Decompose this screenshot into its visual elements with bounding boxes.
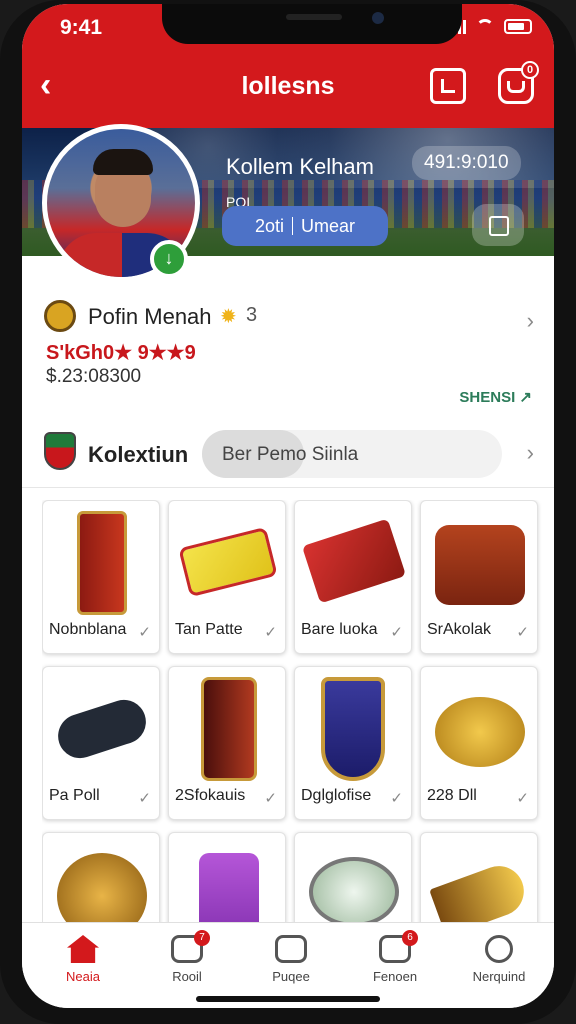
profile-summary-row[interactable]: Pofin Menah ✹ 3 S'kGh0★ 9★★9 $.23:08300 … (22, 294, 554, 420)
check-icon[interactable]: ✓ (390, 789, 403, 807)
tab-neaia[interactable]: Neaia (38, 935, 128, 984)
shield-badge-image (321, 677, 385, 781)
check-icon[interactable]: ✓ (516, 789, 529, 807)
collection-card[interactable]: Nobnblana ✓ (42, 500, 160, 654)
collection-search-field[interactable]: Ber Pemo Siinla (202, 430, 502, 478)
collection-card[interactable]: Bare luoka ✓ (294, 500, 412, 654)
message-icon (275, 935, 307, 963)
card-label: 2Sfokauis (175, 787, 246, 804)
pill-divider (292, 217, 293, 235)
check-icon[interactable]: ✓ (138, 623, 151, 641)
tab-label: Puqee (272, 969, 310, 984)
check-icon[interactable]: ✓ (390, 623, 403, 641)
tab-label: Fenoen (372, 969, 418, 984)
red-folder-image (77, 511, 127, 615)
check-icon[interactable]: ✓ (516, 623, 529, 641)
chat-icon: 7 (171, 930, 210, 963)
collection-grid: Nobnblana ✓ Tan Patte ✓ Bare luoka ✓ SrAkolak ✓… (42, 500, 554, 930)
card-label: Nobnblana (49, 621, 127, 638)
tab-badge: 6 (402, 930, 418, 946)
inbox-icon: 6 (379, 930, 418, 963)
profile-rating: S'kGh0★ 9★★9 (46, 342, 196, 364)
profile-link[interactable]: SHENSI ↗ (459, 388, 532, 406)
collection-title: Kolextiun (88, 442, 189, 467)
gold-ball-image (57, 853, 147, 930)
page-title: lollesns (241, 72, 335, 100)
card-holder-image (201, 677, 257, 781)
card-label: Bare luoka (301, 621, 378, 638)
battery-icon (504, 18, 532, 34)
profile-number: 3 (246, 304, 258, 326)
player-name: Kollem Kelham (226, 154, 374, 179)
collection-card[interactable]: SrAkolak ✓ (420, 500, 538, 654)
check-icon[interactable]: ✓ (264, 789, 277, 807)
check-icon[interactable]: ✓ (138, 789, 151, 807)
yellow-ticket-image (178, 526, 278, 598)
notifications-button[interactable]: 0 (498, 61, 539, 104)
card-label: SrAkolak (427, 621, 492, 638)
pill-right-label: Umear (301, 215, 356, 236)
bracelet-image (52, 694, 152, 764)
collection-card[interactable] (294, 832, 412, 930)
leather-bag-image (435, 525, 525, 605)
cart-icon (507, 81, 525, 93)
calendar-button[interactable] (430, 68, 466, 104)
card-label: 228 Dll (427, 787, 477, 804)
card-label: Tan Patte (175, 621, 243, 638)
gold-coins-image (435, 697, 525, 767)
check-icon[interactable]: ✓ (264, 623, 277, 641)
phone-frame: 9:41 ‹ lollesns 0 ↓ Kollem Kelham 491:9:… (0, 0, 576, 1024)
tab-label: Nerquind (472, 969, 526, 984)
purple-case-image (199, 853, 259, 930)
tab-puqee[interactable]: Puqee (246, 935, 336, 984)
collection-card[interactable]: 228 Dll ✓ (420, 666, 538, 820)
calendar-icon (441, 79, 455, 93)
tab-nerquind[interactable]: Nerquind (454, 935, 544, 984)
player-id-badge: 491:9:010 (412, 146, 521, 180)
glass-disc-image (309, 857, 399, 927)
trophy-icon (44, 300, 76, 332)
card-label: Dglglofise (301, 787, 372, 804)
sun-icon: ✹ (220, 306, 237, 328)
search-value: Ber Pemo Siinla (222, 444, 359, 465)
notification-badge: 0 (521, 61, 539, 79)
collection-card[interactable]: 2Sfokauis ✓ (168, 666, 286, 820)
profile-name: Pofin Menah (88, 304, 212, 329)
collection-card[interactable] (42, 832, 160, 930)
app-screen: 9:41 ‹ lollesns 0 ↓ Kollem Kelham 491:9:… (22, 4, 554, 1008)
red-box-image (301, 518, 407, 604)
home-indicator[interactable] (196, 996, 380, 1002)
verified-download-icon: ↓ (150, 240, 188, 278)
home-icon (67, 935, 99, 963)
club-crest-icon (44, 432, 76, 470)
chevron-right-icon: › (526, 308, 534, 333)
collection-card[interactable] (420, 832, 538, 930)
tab-rooil[interactable]: 7 Rooil (142, 930, 232, 984)
status-pill-button[interactable]: 2oti Umear (222, 206, 388, 246)
card-label: Pa Poll (49, 787, 100, 804)
gold-horn-image (429, 859, 531, 930)
pill-left-label: 2oti (254, 215, 284, 236)
collection-card[interactable]: Dglglofise ✓ (294, 666, 412, 820)
collection-card[interactable] (168, 832, 286, 930)
status-time: 9:41 (60, 16, 103, 39)
chevron-right-icon[interactable]: › (527, 440, 534, 466)
collection-header-row: Kolextiun Ber Pemo Siinla › (22, 424, 554, 488)
profile-balance: $.23:08300 (46, 366, 142, 387)
profile-icon (485, 935, 513, 963)
tab-label: Rooil (172, 969, 202, 984)
tab-badge: 7 (194, 930, 210, 946)
collection-card[interactable]: Tan Patte ✓ (168, 500, 286, 654)
tab-fenoen[interactable]: 6 Fenoen (350, 930, 440, 984)
collection-card[interactable]: Pa Poll ✓ (42, 666, 160, 820)
phone-notch (162, 4, 462, 44)
tab-label: Neaia (66, 969, 100, 984)
wifi-icon (476, 19, 494, 33)
edit-profile-button[interactable] (472, 204, 524, 246)
